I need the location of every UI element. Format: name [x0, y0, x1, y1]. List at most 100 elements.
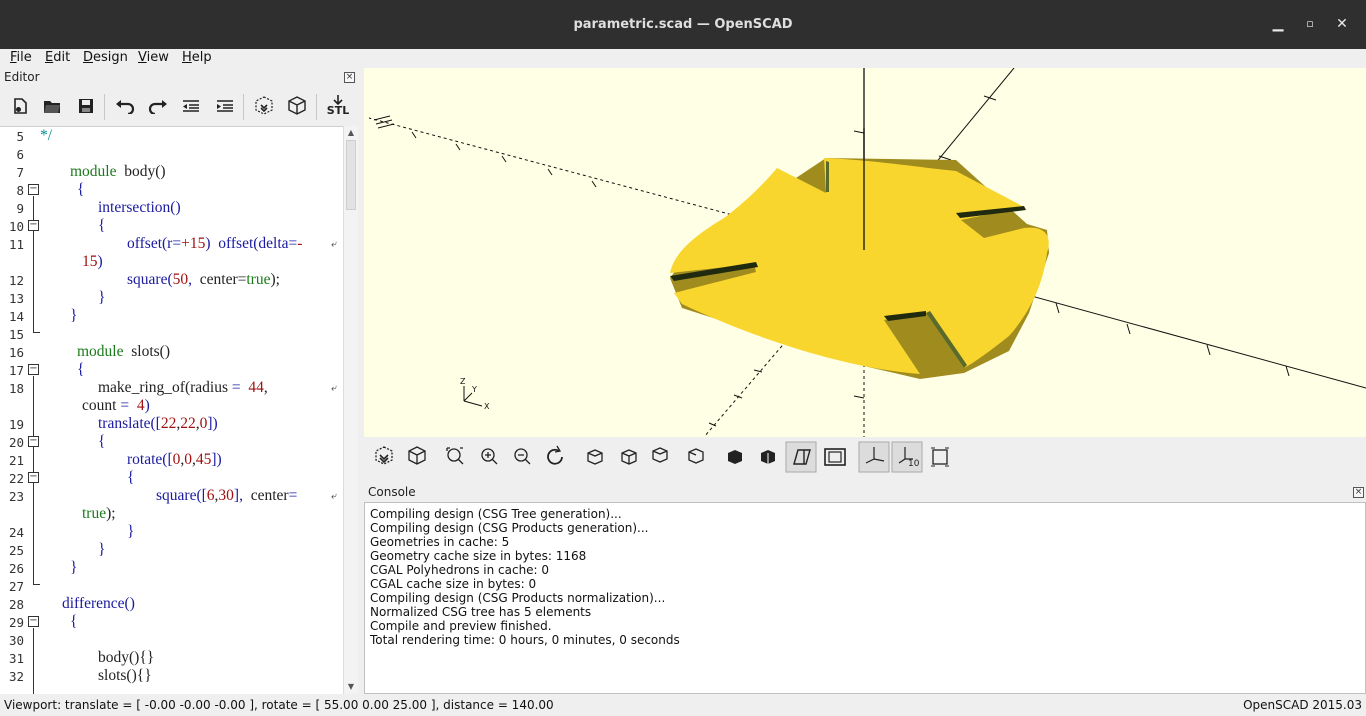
console-dock-header: Console × — [364, 484, 1366, 502]
line-number: 19 — [8, 417, 24, 432]
reset-view-icon[interactable] — [544, 443, 574, 473]
menu-view[interactable]: View — [138, 50, 169, 65]
fold-end — [33, 332, 40, 333]
code-line: square([6,30], center= — [156, 487, 298, 504]
fold-toggle[interactable]: − — [28, 616, 39, 627]
zoom-in-icon[interactable] — [477, 443, 507, 473]
code-line: square(50, center=true); — [127, 271, 280, 288]
view-left-icon[interactable] — [681, 443, 711, 473]
code-line: translate([22,22,0]) — [98, 415, 218, 432]
redo-icon[interactable] — [146, 94, 170, 118]
view-front-icon[interactable] — [713, 443, 743, 473]
code-line: { — [127, 469, 135, 486]
line-number: 7 — [16, 165, 24, 180]
3d-viewport[interactable]: Z Y X — [364, 68, 1366, 437]
svg-text:Z: Z — [460, 377, 466, 386]
render-icon[interactable] — [285, 94, 309, 118]
line-number: 8 — [16, 183, 24, 198]
unindent-icon[interactable] — [179, 94, 203, 118]
console-line: CGAL cache size in bytes: 0 — [370, 577, 537, 591]
editor-scrollbar[interactable]: ▲ ▼ — [343, 126, 358, 694]
code-line: } — [70, 307, 78, 324]
preview-icon[interactable] — [377, 443, 407, 473]
viewport-canvas: Z Y X — [368, 68, 1366, 437]
fold-end — [33, 584, 40, 585]
console-line: Geometries in cache: 5 — [370, 535, 510, 549]
menu-design[interactable]: Design — [83, 50, 128, 65]
view-top-icon[interactable] — [614, 443, 644, 473]
console-line: CGAL Polyhedrons in cache: 0 — [370, 563, 550, 577]
render-icon[interactable] — [410, 443, 440, 473]
view-back-icon[interactable] — [746, 443, 776, 473]
menu-help[interactable]: Help — [182, 50, 212, 65]
code-line: 15) — [82, 253, 103, 270]
scroll-thumb[interactable] — [346, 140, 356, 210]
menu-edit[interactable]: Edit — [45, 50, 70, 65]
new-file-icon[interactable] — [8, 94, 32, 118]
console-output[interactable]: Compiling design (CSG Tree generation)..… — [364, 502, 1366, 694]
console-line: Total rendering time: 0 hours, 0 minutes… — [370, 633, 680, 647]
fold-toggle[interactable]: − — [28, 220, 39, 231]
line-number: 11 — [8, 237, 24, 252]
code-line: */ — [40, 127, 53, 144]
title-bar: parametric.scad — OpenSCAD ▁ ▫ ✕ — [0, 0, 1366, 49]
line-number: 6 — [16, 147, 24, 162]
version-label: OpenSCAD 2015.03 — [1243, 698, 1362, 712]
console-line: Compiling design (CSG Products generatio… — [370, 521, 649, 535]
indent-icon[interactable] — [213, 94, 237, 118]
view-right-icon[interactable] — [580, 443, 610, 473]
show-scale-markers-icon[interactable] — [892, 442, 922, 472]
line-number: 10 — [8, 219, 24, 234]
stl-label: STL — [326, 104, 350, 117]
console-line: Geometry cache size in bytes: 1168 — [370, 549, 587, 563]
editor-close-icon[interactable]: × — [344, 72, 355, 83]
minimize-button[interactable]: ▁ — [1268, 14, 1288, 34]
code-line: slots(){} — [98, 667, 152, 684]
console-line: Compiling design (CSG Products normaliza… — [370, 591, 666, 605]
viewport-status: Viewport: translate = [ -0.00 -0.00 -0.0… — [4, 698, 554, 712]
undo-icon[interactable] — [113, 94, 137, 118]
line-number: 18 — [8, 381, 24, 396]
export-stl-icon[interactable]: STL — [326, 94, 350, 118]
wrap-indicator-icon: ⤶ — [331, 383, 337, 394]
scroll-up-icon[interactable]: ▲ — [346, 128, 356, 138]
code-line: intersection() — [98, 199, 181, 216]
preview-icon[interactable] — [252, 94, 276, 118]
orthogonal-icon[interactable] — [820, 442, 850, 472]
line-number: 12 — [8, 273, 24, 288]
code-editor[interactable]: 5 */ 6 7 module body() 8 {9 intersection() 10 {11… — [0, 126, 358, 694]
line-number: 13 — [8, 291, 24, 306]
zoom-all-icon[interactable] — [444, 443, 474, 473]
window-title: parametric.scad — OpenSCAD — [573, 17, 793, 32]
fold-toggle[interactable]: − — [28, 472, 39, 483]
show-edges-icon[interactable] — [925, 442, 955, 472]
show-axes-icon[interactable] — [859, 442, 889, 472]
scroll-down-icon[interactable]: ▼ — [346, 682, 356, 692]
console-close-icon[interactable]: × — [1353, 487, 1364, 498]
open-file-icon[interactable] — [40, 94, 64, 118]
view-bottom-icon[interactable] — [645, 443, 675, 473]
code-line: { — [77, 361, 85, 378]
fold-toggle[interactable]: − — [28, 436, 39, 447]
zoom-out-icon[interactable] — [510, 443, 540, 473]
code-line: rotate([0,0,45]) — [127, 451, 222, 468]
fold-toggle[interactable]: − — [28, 184, 39, 195]
code-line: difference() — [62, 595, 135, 612]
console-title: Console — [368, 485, 416, 499]
close-button[interactable]: ✕ — [1332, 14, 1352, 34]
status-bar: Viewport: translate = [ -0.00 -0.00 -0.0… — [0, 696, 1366, 716]
maximize-button[interactable]: ▫ — [1300, 14, 1320, 34]
save-icon[interactable] — [74, 94, 98, 118]
code-line: } — [98, 289, 106, 306]
line-number: 14 — [8, 309, 24, 324]
code-line: { — [70, 613, 78, 630]
wrap-indicator-icon: ⤶ — [331, 239, 337, 250]
line-number: 17 — [8, 363, 24, 378]
svg-text:X: X — [484, 402, 490, 411]
code-line: module slots() — [77, 343, 170, 360]
menu-bar: File Edit Design View Help — [0, 49, 1366, 68]
perspective-icon[interactable] — [786, 442, 816, 472]
line-number: 30 — [8, 633, 24, 648]
fold-toggle[interactable]: − — [28, 364, 39, 375]
menu-file[interactable]: File — [10, 50, 32, 65]
